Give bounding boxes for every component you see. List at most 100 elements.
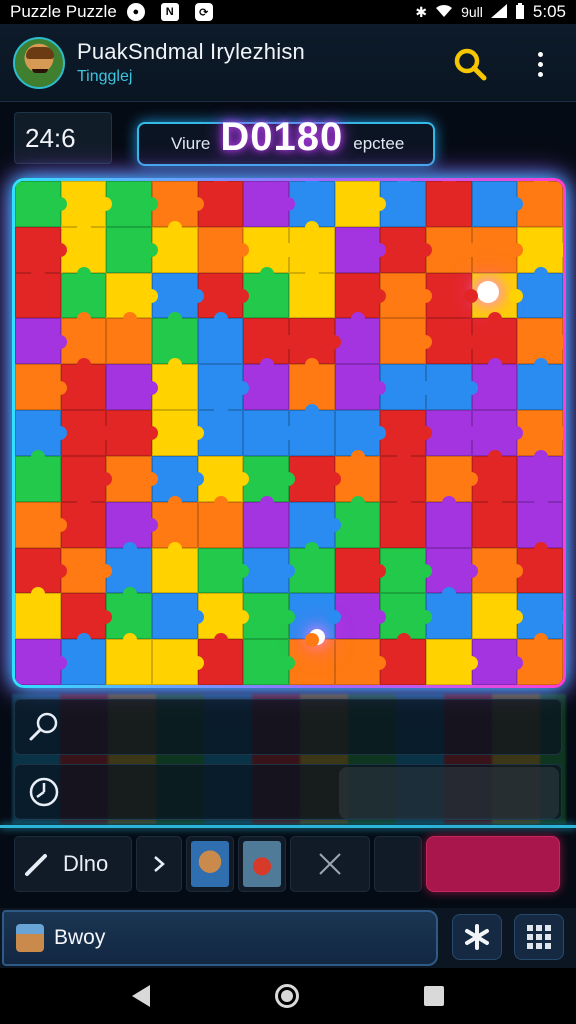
puzzle-piece[interactable]	[334, 639, 386, 685]
empty-slot[interactable]	[374, 836, 422, 892]
puzzle-piece[interactable]	[334, 312, 381, 365]
puzzle-piece[interactable]	[334, 181, 386, 227]
puzzle-piece[interactable]	[197, 495, 244, 548]
puzzle-piece[interactable]	[243, 547, 295, 594]
puzzle-piece[interactable]	[517, 226, 563, 273]
puzzle-piece[interactable]	[334, 547, 386, 594]
puzzle-piece[interactable]	[471, 639, 523, 685]
puzzle-piece[interactable]	[426, 410, 478, 456]
puzzle-piece[interactable]	[243, 639, 295, 685]
puzzle-piece[interactable]	[426, 272, 478, 319]
puzzle-piece[interactable]	[426, 639, 478, 685]
puzzle-piece[interactable]	[106, 181, 158, 227]
close-button[interactable]	[290, 836, 370, 892]
puzzle-piece[interactable]	[197, 226, 249, 273]
more-options-button[interactable]	[518, 42, 562, 86]
puzzle-piece[interactable]	[15, 226, 67, 273]
puzzle-piece[interactable]	[60, 633, 107, 685]
puzzle-piece[interactable]	[426, 495, 472, 548]
puzzle-piece[interactable]	[106, 501, 158, 548]
back-icon[interactable]	[132, 985, 151, 1007]
puzzle-piece[interactable]	[289, 455, 341, 502]
avatar[interactable]	[13, 36, 65, 89]
puzzle-piece[interactable]	[289, 404, 335, 456]
draw-button[interactable]: Dlno	[14, 836, 132, 892]
home-icon[interactable]	[274, 984, 299, 1008]
puzzle-piece[interactable]	[243, 358, 289, 411]
puzzle-piece[interactable]	[334, 593, 386, 640]
puzzle-piece[interactable]	[517, 633, 563, 685]
puzzle-piece[interactable]	[289, 633, 335, 685]
puzzle-piece[interactable]	[517, 266, 563, 319]
puzzle-piece[interactable]	[380, 226, 432, 273]
puzzle-piece[interactable]	[106, 226, 158, 273]
puzzle-piece[interactable]	[152, 410, 204, 456]
puzzle-piece[interactable]	[197, 312, 244, 365]
puzzle-piece[interactable]	[15, 318, 67, 365]
puzzle-piece[interactable]	[197, 404, 244, 456]
puzzle-piece[interactable]	[426, 364, 478, 411]
puzzle-piece[interactable]	[334, 495, 381, 548]
puzzle-piece[interactable]	[426, 318, 478, 365]
puzzle-piece[interactable]	[471, 449, 518, 502]
puzzle-piece[interactable]	[152, 358, 198, 411]
puzzle-piece[interactable]	[15, 364, 67, 411]
puzzle-piece[interactable]	[197, 633, 244, 685]
puzzle-piece[interactable]	[106, 364, 158, 411]
puzzle-piece[interactable]	[517, 541, 563, 594]
next-button[interactable]	[136, 836, 182, 892]
tool-row-hint[interactable]	[14, 699, 562, 755]
puzzle-piece[interactable]	[426, 455, 478, 502]
piece-thumbnail[interactable]	[238, 836, 286, 892]
puzzle-piece[interactable]	[517, 495, 563, 548]
puzzle-piece[interactable]	[243, 266, 289, 319]
puzzle-piece[interactable]	[426, 587, 472, 640]
recents-icon[interactable]	[423, 986, 444, 1006]
puzzle-piece[interactable]	[517, 358, 563, 411]
puzzle-piece[interactable]	[152, 495, 198, 548]
puzzle-piece[interactable]	[380, 495, 426, 548]
puzzle-piece[interactable]	[15, 501, 67, 548]
puzzle-piece[interactable]	[15, 587, 61, 640]
grid-button[interactable]	[514, 914, 564, 960]
puzzle-piece[interactable]	[15, 266, 61, 319]
puzzle-piece[interactable]	[152, 220, 198, 273]
puzzle-piece[interactable]	[334, 449, 381, 502]
puzzle-piece[interactable]	[380, 364, 432, 411]
puzzle-piece[interactable]	[471, 547, 523, 594]
puzzle-piece[interactable]	[380, 181, 426, 227]
puzzle-piece[interactable]	[243, 226, 295, 273]
puzzle-piece[interactable]	[334, 226, 386, 273]
puzzle-piece[interactable]	[517, 449, 563, 502]
puzzle-piece[interactable]	[380, 547, 432, 594]
puzzle-piece[interactable]	[106, 455, 158, 502]
puzzle-piece[interactable]	[15, 449, 61, 502]
puzzle-piece[interactable]	[471, 495, 518, 548]
puzzle-piece[interactable]	[152, 181, 204, 227]
puzzle-piece[interactable]	[60, 410, 112, 456]
puzzle-piece[interactable]	[243, 455, 295, 502]
puzzle-board[interactable]	[15, 181, 563, 685]
puzzle-piece[interactable]	[152, 455, 204, 502]
puzzle-piece[interactable]	[60, 495, 107, 548]
puzzle-piece[interactable]	[106, 410, 158, 456]
puzzle-piece[interactable]	[426, 226, 478, 273]
puzzle-piece[interactable]	[380, 633, 426, 685]
puzzle-piece[interactable]	[380, 318, 432, 365]
puzzle-piece[interactable]	[289, 541, 335, 594]
user-button[interactable]: Bwoy	[2, 910, 438, 966]
puzzle-piece[interactable]	[289, 181, 335, 227]
puzzle-piece[interactable]	[15, 181, 67, 227]
puzzle-piece[interactable]	[106, 633, 152, 685]
puzzle-piece[interactable]	[471, 593, 523, 640]
puzzle-piece[interactable]	[289, 501, 341, 548]
puzzle-piece[interactable]	[60, 181, 112, 227]
primary-action-button[interactable]	[426, 836, 560, 892]
puzzle-piece[interactable]	[426, 181, 472, 227]
puzzle-piece[interactable]	[243, 495, 289, 548]
puzzle-piece[interactable]	[152, 593, 204, 640]
puzzle-piece[interactable]	[517, 181, 563, 227]
puzzle-piece[interactable]	[152, 639, 204, 685]
puzzle-piece[interactable]	[471, 181, 523, 227]
puzzle-piece[interactable]	[380, 272, 432, 319]
